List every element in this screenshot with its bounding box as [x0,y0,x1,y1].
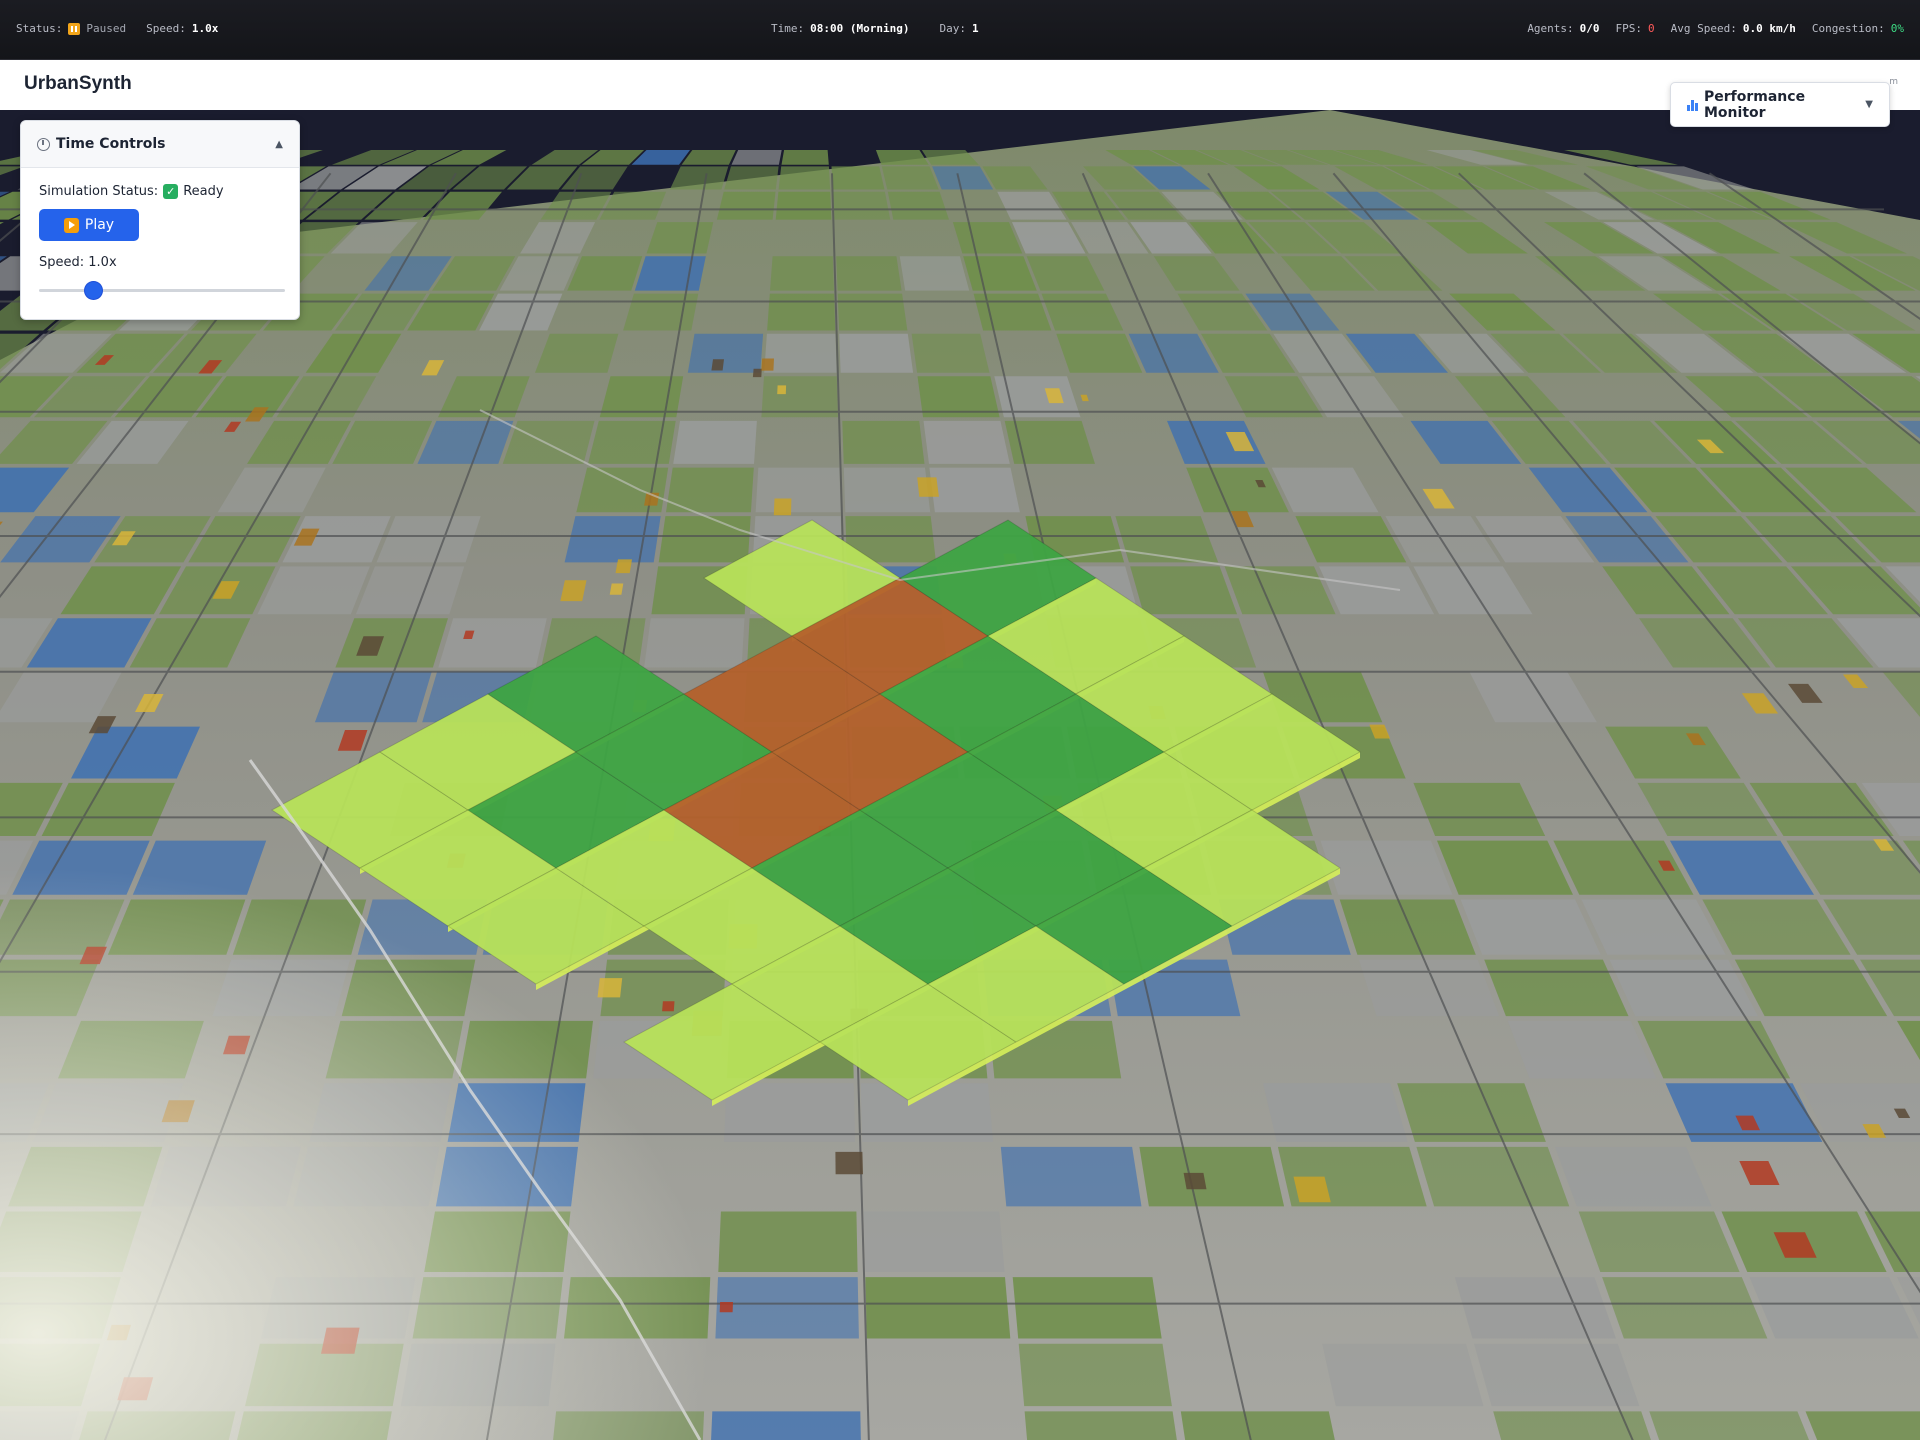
fps-label: FPS: [1615,22,1643,35]
speed-slider[interactable] [39,282,285,299]
time-indicator: Time: 08:00 (Morning) [771,22,909,35]
day-value: 1 [971,22,979,35]
time-controls-header[interactable]: Time Controls ▲ [21,121,299,168]
performance-monitor-button[interactable]: Performance Monitor ▼ [1670,82,1890,127]
simulation-status: Simulation Status: ✓ Ready [39,184,281,199]
app-title: UrbanSynth [24,73,132,94]
status-value: Paused [86,22,127,35]
speed-indicator: Speed: 1.0x [146,22,218,35]
performance-monitor-label: Performance Monitor [1704,88,1806,121]
status-indicator: Status: Paused [16,22,126,35]
agents-label: Agents: [1527,22,1574,35]
pause-icon [68,22,81,35]
play-button[interactable]: Play [39,209,139,241]
time-label: Time: [771,22,805,35]
time-group: Time: 08:00 (Morning) Day: 1 [771,22,979,35]
metrics-group: Agents: 0/0 FPS: 0 Avg Speed: 0.0 km/h C… [1527,22,1904,35]
top-status-bar: Status: Paused Speed: 1.0x Time: 08:00 (… [0,0,1920,60]
congestion-label: Congestion: [1811,22,1885,35]
time-controls-title-text: Time Controls [56,136,166,152]
status-group: Status: Paused Speed: 1.0x [16,22,218,35]
stopwatch-icon [37,137,50,151]
speed-readout-value: 1.0x [88,255,117,270]
app-header: UrbanSynth m [0,60,1920,110]
day-indicator: Day: 1 [939,22,978,35]
time-controls-panel: Time Controls ▲ Simulation Status: ✓ Rea… [20,120,300,320]
simulation-status-value: Ready [183,184,224,199]
speed-readout-label: Speed: [39,255,85,270]
fps-indicator: FPS: 0 [1616,22,1655,35]
fps-value: 0 [1648,22,1655,35]
speed-readout: Speed: 1.0x [39,255,281,270]
collapse-arrow-icon[interactable]: ▲ [275,139,283,150]
header-hint: m [1889,77,1898,87]
status-label: Status: [16,22,63,35]
congestion-indicator: Congestion: 0% [1812,22,1904,35]
play-icon [63,217,79,233]
congestion-value: 0% [1890,22,1904,35]
speed-slider-track[interactable] [39,289,285,292]
speed-slider-thumb[interactable] [84,282,102,299]
avg-speed-label: Avg Speed: [1670,22,1737,35]
time-value: 08:00 (Morning) [810,22,910,35]
speed-value: 1.0x [191,22,219,35]
avg-speed-value: 0.0 km/h [1742,22,1796,35]
chevron-down-icon: ▼ [1865,99,1873,110]
check-icon: ✓ [163,184,179,199]
avg-speed-indicator: Avg Speed: 0.0 km/h [1671,22,1796,35]
agents-value: 0/0 [1579,22,1600,35]
simulation-status-label: Simulation Status: [39,184,159,199]
time-controls-body: Simulation Status: ✓ Ready Play Speed: 1… [21,168,299,314]
day-label: Day: [939,22,966,35]
agents-indicator: Agents: 0/0 [1527,22,1599,35]
time-controls-title: Time Controls [37,136,166,152]
play-button-label: Play [84,217,115,233]
speed-label: Speed: [146,22,186,35]
chart-icon [1687,98,1698,111]
